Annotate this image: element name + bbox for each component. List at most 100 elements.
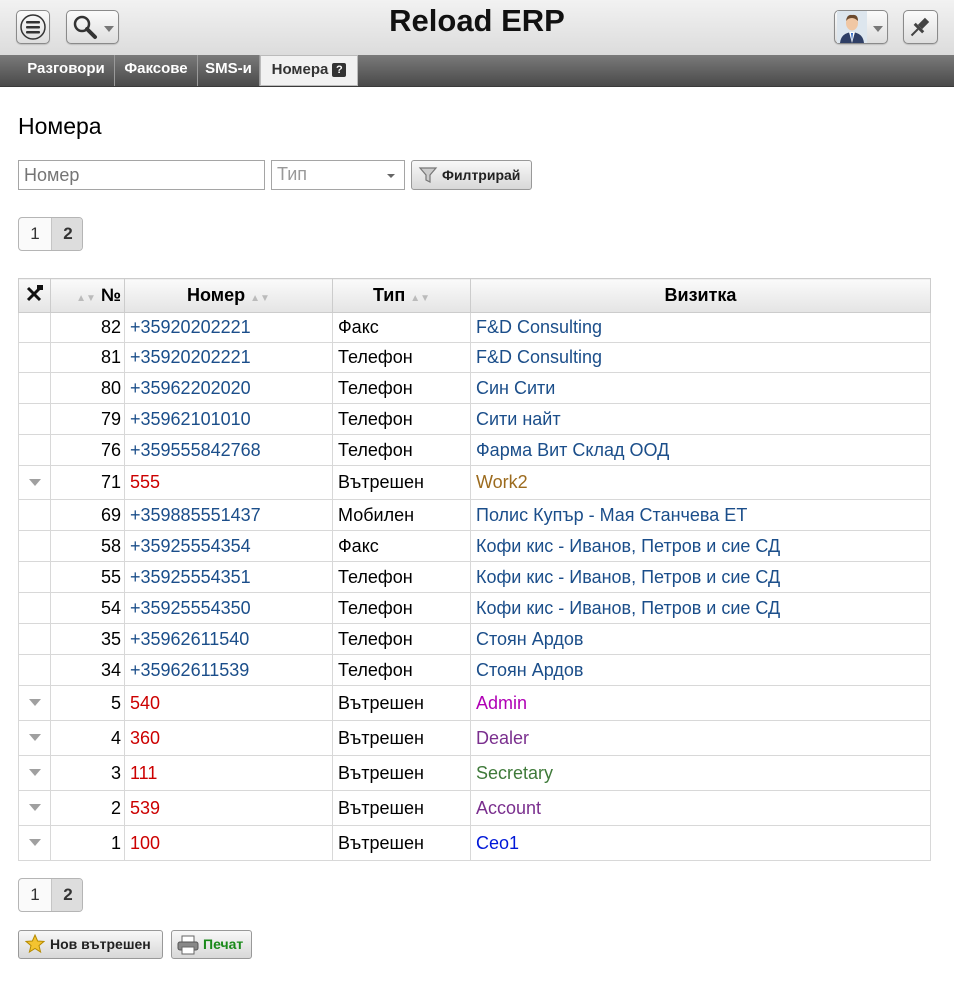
business-card-link[interactable]: Полис Купър - Мая Станчева ЕТ (470, 499, 931, 531)
phone-number-link[interactable]: +35962101010 (124, 403, 333, 435)
pagination-bottom: 1 2 (18, 878, 83, 912)
phone-number-link[interactable]: +35962611540 (124, 623, 333, 655)
table-row[interactable]: 80 +35962202020 Телефон Син Сити (18, 372, 931, 404)
row-expand-cell[interactable] (18, 825, 51, 861)
row-index: 1 (50, 825, 125, 861)
row-index: 55 (50, 561, 125, 593)
business-card-link[interactable]: Dealer (470, 720, 931, 756)
row-index: 4 (50, 720, 125, 756)
row-expand-cell (18, 434, 51, 466)
phone-number-link[interactable]: +35925554354 (124, 530, 333, 562)
business-card-link[interactable]: Стоян Ардов (470, 654, 931, 686)
row-expand-cell[interactable] (18, 755, 51, 791)
phone-number-link[interactable]: 111 (124, 755, 333, 791)
phone-number-link[interactable]: +35920202221 (124, 312, 333, 343)
expand-arrow-icon[interactable] (28, 478, 42, 487)
business-card-link[interactable]: Кофи кис - Иванов, Петров и сие СД (470, 530, 931, 562)
new-internal-button[interactable]: Нов вътрешен (18, 930, 163, 959)
business-card-link[interactable]: Фарма Вит Склад ООД (470, 434, 931, 466)
phone-number-link[interactable]: 360 (124, 720, 333, 756)
row-expand-cell (18, 561, 51, 593)
row-index: 34 (50, 654, 125, 686)
number-filter-input[interactable] (18, 160, 265, 190)
table-row[interactable]: 76 +359555842768 Телефон Фарма Вит Склад ОО… (18, 434, 931, 466)
phone-number-link[interactable]: 100 (124, 825, 333, 861)
page-link-1[interactable]: 1 (19, 218, 51, 250)
phone-number-link[interactable]: +35920202221 (124, 342, 333, 373)
phone-number-link[interactable]: 555 (124, 465, 333, 500)
filter-button[interactable]: Филтрирай (411, 160, 532, 190)
tab-faxes[interactable]: Факсове (115, 55, 198, 86)
business-card-link[interactable]: Account (470, 790, 931, 826)
expand-arrow-icon[interactable] (28, 698, 42, 707)
phone-number-link[interactable]: +359555842768 (124, 434, 333, 466)
row-expand-cell[interactable] (18, 720, 51, 756)
phone-number-link[interactable]: +35962611539 (124, 654, 333, 686)
business-card-link[interactable]: Work2 (470, 465, 931, 500)
business-card-link[interactable]: F&D Consulting (470, 312, 931, 343)
phone-number-link[interactable]: +35925554351 (124, 561, 333, 593)
tab-sms[interactable]: SMS-и (198, 55, 260, 86)
row-expand-cell[interactable] (18, 790, 51, 826)
expand-arrow-icon[interactable] (28, 733, 42, 742)
business-card-link[interactable]: Кофи кис - Иванов, Петров и сие СД (470, 592, 931, 624)
no-header-label: № (100, 285, 121, 305)
tab-numbers[interactable]: Номера? (260, 55, 358, 86)
phone-number-link[interactable]: +35925554350 (124, 592, 333, 624)
business-card-link[interactable]: Кофи кис - Иванов, Петров и сие СД (470, 561, 931, 593)
type-filter-select[interactable]: Тип (271, 160, 405, 190)
table-row[interactable]: 79 +35962101010 Телефон Сити найт (18, 403, 931, 435)
table-row[interactable]: 58 +35925554354 Факс Кофи кис - Иванов, Пет… (18, 530, 931, 562)
table-row[interactable]: 35 +35962611540 Телефон Стоян Ардов (18, 623, 931, 655)
number-type: Телефон (332, 623, 471, 655)
business-card-link[interactable]: Ceo1 (470, 825, 931, 861)
phone-number-header[interactable]: Номер ▲▼ (124, 278, 333, 313)
page-link-1[interactable]: 1 (19, 879, 51, 911)
business-card-link[interactable]: Сити найт (470, 403, 931, 435)
expand-arrow-icon[interactable] (28, 838, 42, 847)
number-type: Телефон (332, 561, 471, 593)
phone-number-link[interactable]: +35962202020 (124, 372, 333, 404)
phone-number-link[interactable]: 540 (124, 685, 333, 721)
business-card-link[interactable]: Admin (470, 685, 931, 721)
pin-button[interactable] (903, 10, 938, 44)
table-row[interactable]: 34 +35962611539 Телефон Стоян Ардов (18, 654, 931, 686)
table-row[interactable]: 71 555 Вътрешен Work2 (18, 465, 931, 500)
row-expand-cell (18, 372, 51, 404)
table-row[interactable]: 4 360 Вътрешен Dealer (18, 720, 931, 756)
table-row[interactable]: 3 111 Вътрешен Secretary (18, 755, 931, 791)
number-type: Вътрешен (332, 825, 471, 861)
table-row[interactable]: 54 +35925554350 Телефон Кофи кис - Иванов, … (18, 592, 931, 624)
type-header[interactable]: Тип ▲▼ (332, 278, 471, 313)
table-row[interactable]: 1 100 Вътрешен Ceo1 (18, 825, 931, 861)
table-row[interactable]: 55 +35925554351 Телефон Кофи кис - Иванов, … (18, 561, 931, 593)
phone-number-link[interactable]: 539 (124, 790, 333, 826)
business-card-link[interactable]: Secretary (470, 755, 931, 791)
page-current-2: 2 (51, 218, 82, 250)
tab-calls[interactable]: Разговори (18, 55, 115, 86)
user-menu-button[interactable] (834, 10, 888, 44)
row-expand-cell (18, 499, 51, 531)
expand-arrow-icon[interactable] (28, 768, 42, 777)
table-row[interactable]: 5 540 Вътрешен Admin (18, 685, 931, 721)
table-row[interactable]: 81 +35920202221 Телефон F&D Consulting (18, 342, 931, 373)
row-expand-cell[interactable] (18, 685, 51, 721)
business-card-link[interactable]: F&D Consulting (470, 342, 931, 373)
page-title: Номера (18, 113, 102, 139)
number-type: Факс (332, 530, 471, 562)
row-index: 3 (50, 755, 125, 791)
table-row[interactable]: 69 +359885551437 Мобилен Полис Купър - Мая … (18, 499, 931, 531)
expand-arrow-icon[interactable] (28, 803, 42, 812)
row-expand-cell[interactable] (18, 465, 51, 500)
table-row[interactable]: 2 539 Вътрешен Account (18, 790, 931, 826)
table-row[interactable]: 82 +35920202221 Факс F&D Consulting (18, 312, 931, 343)
pin-icon (910, 17, 930, 37)
print-button[interactable]: Печат (171, 930, 252, 959)
number-index-header[interactable]: ▲▼ № (50, 278, 125, 313)
business-card-link[interactable]: Син Сити (470, 372, 931, 404)
phone-number-link[interactable]: +359885551437 (124, 499, 333, 531)
number-type: Вътрешен (332, 685, 471, 721)
help-icon[interactable]: ? (332, 63, 347, 78)
row-expand-cell (18, 342, 51, 373)
business-card-link[interactable]: Стоян Ардов (470, 623, 931, 655)
